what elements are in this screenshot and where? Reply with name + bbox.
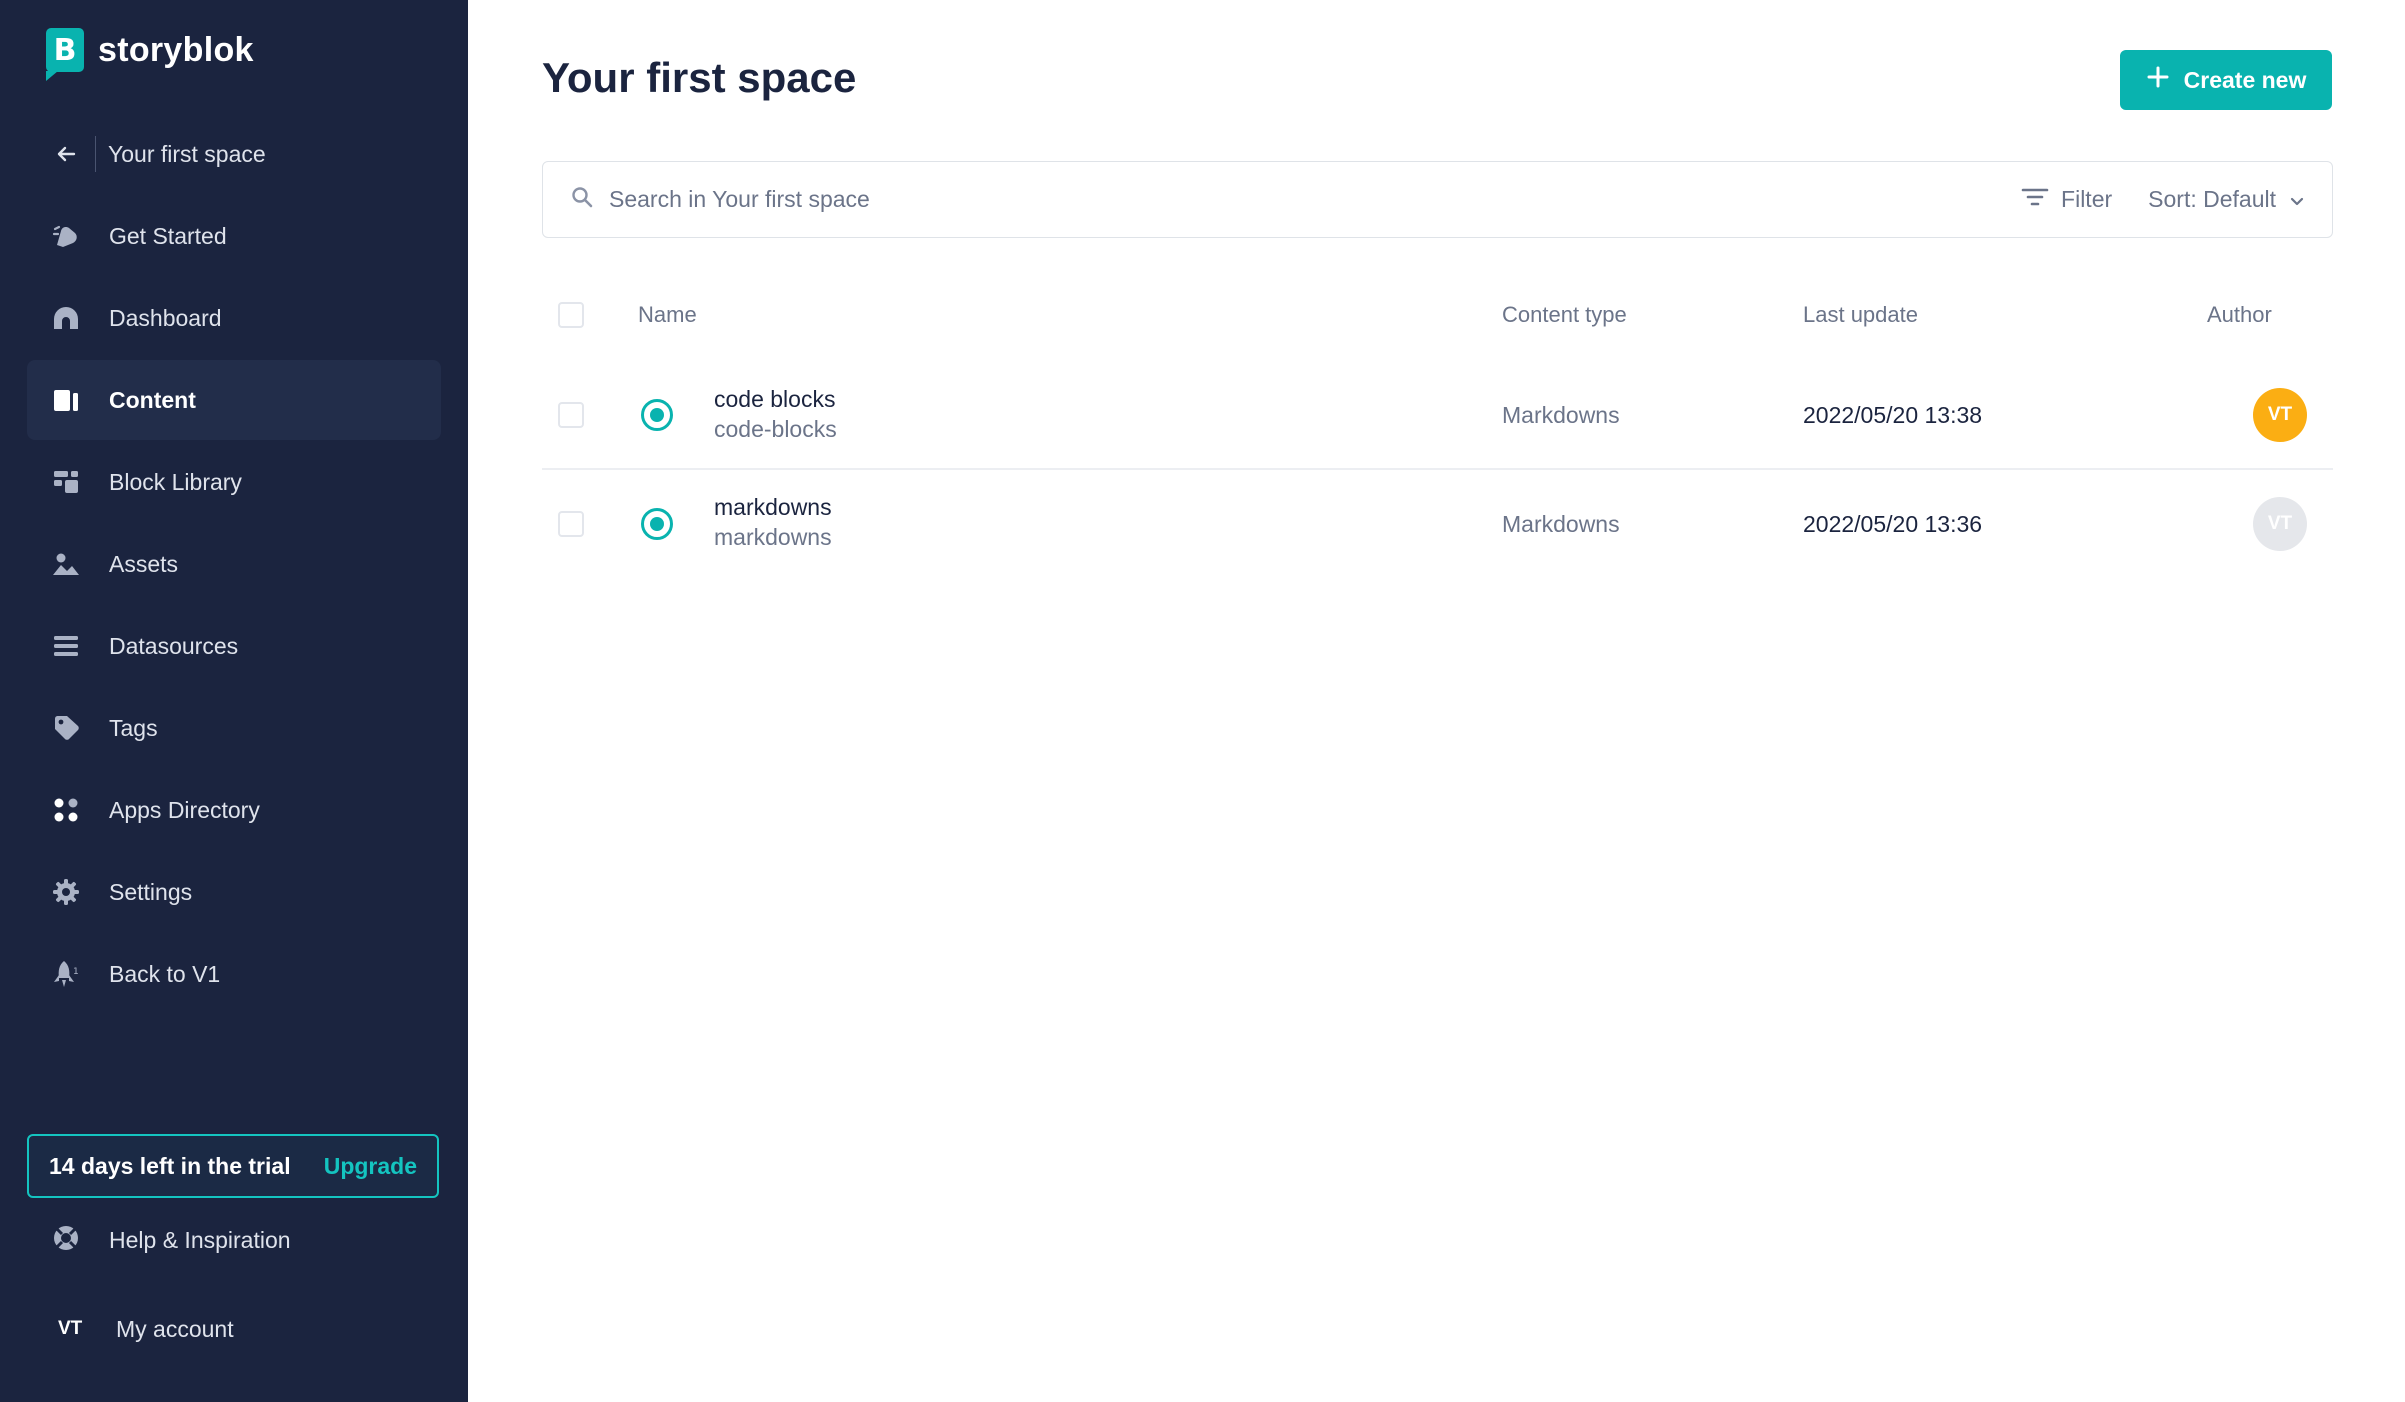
sidebar-item-back-to-v1[interactable]: 1 Back to V1 bbox=[27, 934, 441, 1014]
page-title: Your first space bbox=[542, 54, 857, 101]
trial-text: 14 days left in the trial bbox=[49, 1152, 291, 1179]
dashboard-icon bbox=[51, 303, 81, 333]
row-checkbox[interactable] bbox=[558, 402, 584, 428]
account-label: My account bbox=[116, 1315, 234, 1342]
sidebar-item-dashboard[interactable]: Dashboard bbox=[27, 278, 441, 358]
row-name: markdowns markdowns bbox=[714, 492, 832, 552]
last-update: 2022/05/20 13:38 bbox=[1803, 401, 1983, 428]
sidebar-item-label: Settings bbox=[109, 878, 193, 905]
sidebar-item-label: Your first space bbox=[108, 140, 266, 167]
table-header: Name Content type Last update Author bbox=[542, 268, 2333, 362]
sidebar-item-label: Apps Directory bbox=[109, 796, 260, 823]
datasources-icon bbox=[51, 631, 81, 661]
search-bar: Filter Sort: Default bbox=[542, 161, 2333, 238]
story-title: markdowns bbox=[714, 494, 832, 520]
header-content-type[interactable]: Content type bbox=[1502, 302, 1627, 328]
my-account-link[interactable]: VT My account bbox=[58, 1307, 234, 1351]
sidebar-item-get-started[interactable]: Get Started bbox=[27, 196, 441, 276]
help-inspiration-link[interactable]: Help & Inspiration bbox=[51, 1218, 291, 1262]
lifebuoy-icon bbox=[51, 1223, 81, 1258]
row-checkbox[interactable] bbox=[558, 511, 584, 537]
header-name[interactable]: Name bbox=[638, 302, 697, 328]
svg-text:1: 1 bbox=[73, 967, 79, 977]
sidebar: B storyblok Your first space Get Started bbox=[0, 0, 468, 1402]
sidebar-item-label: Assets bbox=[109, 550, 179, 577]
create-new-button[interactable]: Create new bbox=[2120, 50, 2332, 110]
row-name: code blocks code-blocks bbox=[714, 384, 837, 444]
storyblok-logo-icon: B bbox=[46, 28, 84, 81]
help-label: Help & Inspiration bbox=[109, 1226, 291, 1253]
author-avatar: VT bbox=[2253, 497, 2307, 551]
logo-letter: B bbox=[53, 32, 77, 68]
filter-button[interactable]: Filter bbox=[2021, 186, 2112, 214]
logo-text: storyblok bbox=[98, 30, 254, 69]
sidebar-item-label: Tags bbox=[109, 714, 158, 741]
arrow-left-icon bbox=[51, 139, 81, 169]
sidebar-item-label: Back to V1 bbox=[109, 960, 221, 987]
create-new-label: Create new bbox=[2183, 66, 2307, 93]
story-slug: markdowns bbox=[714, 524, 832, 550]
tag-icon bbox=[51, 713, 81, 743]
sidebar-item-datasources[interactable]: Datasources bbox=[27, 606, 441, 686]
sidebar-item-label: Get Started bbox=[109, 222, 227, 249]
apps-icon bbox=[51, 795, 81, 825]
rocket-hand-icon bbox=[51, 221, 81, 251]
assets-icon bbox=[51, 549, 81, 579]
header-last-update[interactable]: Last update bbox=[1803, 302, 1918, 328]
sort-label: Sort: Default bbox=[2148, 186, 2276, 212]
select-all-checkbox[interactable] bbox=[558, 302, 584, 328]
search-icon bbox=[571, 186, 593, 213]
header-author[interactable]: Author bbox=[2207, 302, 2272, 328]
sidebar-item-label: Content bbox=[109, 386, 196, 413]
story-title: code blocks bbox=[714, 386, 836, 412]
gear-icon bbox=[51, 877, 81, 907]
content-type: Markdowns bbox=[1502, 510, 1620, 537]
sidebar-item-content[interactable]: Content bbox=[27, 360, 441, 440]
sidebar-item-assets[interactable]: Assets bbox=[27, 524, 441, 604]
author-avatar: VT bbox=[2253, 388, 2307, 442]
sidebar-item-block-library[interactable]: Block Library bbox=[27, 442, 441, 522]
content-icon bbox=[51, 385, 81, 415]
sidebar-item-tags[interactable]: Tags bbox=[27, 688, 441, 768]
story-slug: code-blocks bbox=[714, 416, 837, 442]
sidebar-item-back-to-space[interactable]: Your first space bbox=[27, 114, 441, 194]
trial-banner: 14 days left in the trial Upgrade bbox=[27, 1134, 439, 1198]
app-root: B storyblok Your first space Get Started bbox=[0, 0, 2405, 1402]
last-update: 2022/05/20 13:36 bbox=[1803, 510, 1983, 537]
table-row[interactable]: code blocks code-blocks Markdowns 2022/0… bbox=[542, 362, 2333, 470]
plus-icon bbox=[2146, 65, 2170, 95]
chevron-down-icon bbox=[2290, 186, 2304, 213]
published-status-icon bbox=[641, 508, 673, 540]
logo[interactable]: B storyblok bbox=[46, 28, 254, 81]
account-initials: VT bbox=[58, 1318, 83, 1339]
table-row[interactable]: markdowns markdowns Markdowns 2022/05/20… bbox=[542, 470, 2333, 578]
sidebar-item-settings[interactable]: Settings bbox=[27, 852, 441, 932]
sidebar-item-label: Block Library bbox=[109, 468, 242, 495]
published-status-icon bbox=[641, 399, 673, 431]
upgrade-link[interactable]: Upgrade bbox=[324, 1153, 417, 1180]
sort-dropdown[interactable]: Sort: Default bbox=[2148, 186, 2304, 213]
rocket-icon: 1 bbox=[51, 959, 81, 989]
content-table: Name Content type Last update Author cod… bbox=[542, 268, 2333, 578]
sidebar-item-label: Dashboard bbox=[109, 304, 222, 331]
sidebar-item-apps-directory[interactable]: Apps Directory bbox=[27, 770, 441, 850]
sidebar-nav: Your first space Get Started Dashboard C… bbox=[27, 114, 441, 1016]
search-input[interactable] bbox=[609, 186, 2022, 213]
filter-label: Filter bbox=[2061, 186, 2113, 212]
sidebar-item-label: Datasources bbox=[109, 632, 239, 659]
divider bbox=[95, 136, 96, 172]
blocks-icon bbox=[51, 467, 81, 497]
content-type: Markdowns bbox=[1502, 401, 1620, 428]
main-content: Your first space Create new Filter Sort:… bbox=[468, 0, 2405, 1402]
filter-icon bbox=[2021, 186, 2049, 214]
